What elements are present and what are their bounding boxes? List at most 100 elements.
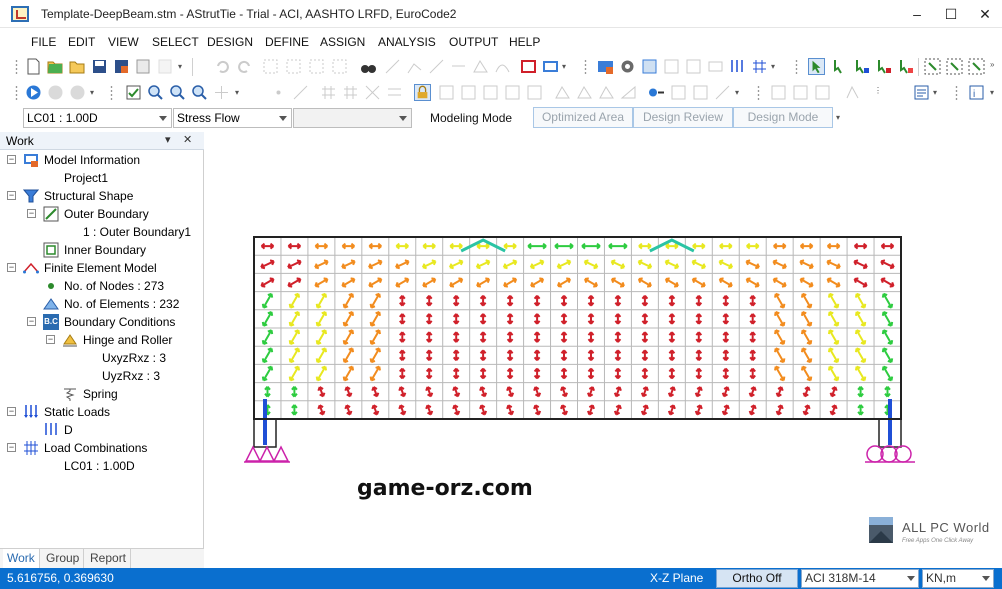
pin-icon[interactable]: ▾: [165, 133, 171, 146]
truss-tool-icon[interactable]: [472, 58, 489, 75]
save-icon[interactable]: [91, 58, 108, 75]
tree-item-load-d[interactable]: D: [0, 421, 204, 439]
load-case-combo[interactable]: LC01 : 1.00D: [23, 108, 172, 128]
window-select-icon[interactable]: [924, 58, 941, 75]
arc-tool-icon[interactable]: [494, 58, 511, 75]
toolbar-overflow-icon[interactable]: ▾: [735, 88, 739, 97]
toolbar-grip[interactable]: [110, 85, 113, 101]
window-element-select-icon[interactable]: [968, 58, 985, 75]
grid-load-icon[interactable]: [751, 58, 768, 75]
menu-output[interactable]: OUTPUT: [449, 35, 498, 49]
help-icon[interactable]: i: [968, 84, 985, 101]
analysis-settings-icon[interactable]: [641, 58, 658, 75]
open-file-icon[interactable]: [47, 58, 64, 75]
model-view-icon[interactable]: [597, 58, 614, 75]
toolbar-overflow-icon[interactable]: ▾: [90, 88, 94, 97]
strut-tool-icon[interactable]: [428, 58, 445, 75]
tree-item-uyzrxz[interactable]: UyzRxz : 3: [0, 367, 204, 385]
mesh-grid-icon[interactable]: [285, 58, 302, 75]
mesh-merge-icon[interactable]: [386, 84, 403, 101]
toolbar-overflow-icon[interactable]: ▾: [235, 88, 239, 97]
menu-help[interactable]: HELP: [509, 35, 540, 49]
close-panel-icon[interactable]: ✕: [183, 133, 192, 146]
result-export-icon[interactable]: [814, 84, 831, 101]
result-graph-icon[interactable]: [792, 84, 809, 101]
draw-line-icon[interactable]: [292, 84, 309, 101]
export-icon[interactable]: [135, 58, 152, 75]
import-icon[interactable]: [157, 58, 174, 75]
move-element-icon[interactable]: [331, 58, 348, 75]
open-folder-icon[interactable]: [69, 58, 86, 75]
zoom-fit-icon[interactable]: [191, 84, 208, 101]
select-node-icon[interactable]: [832, 58, 849, 75]
mesh-generate-icon[interactable]: [320, 84, 337, 101]
analysis-options-icon[interactable]: [69, 84, 86, 101]
mesh-delete-icon[interactable]: [364, 84, 381, 101]
menu-file[interactable]: FILE: [31, 35, 56, 49]
lock-icon[interactable]: [414, 84, 431, 101]
binoculars-icon[interactable]: [360, 58, 377, 75]
toolbar-grip[interactable]: [795, 59, 798, 75]
distributed-load-icon[interactable]: [729, 58, 746, 75]
stop-analysis-icon[interactable]: [47, 84, 64, 101]
collapse-icon[interactable]: −: [7, 155, 16, 164]
menu-analysis[interactable]: ANALYSIS: [378, 35, 436, 49]
polyline-tool-icon[interactable]: [406, 58, 423, 75]
tab-group[interactable]: Group: [42, 549, 85, 568]
boundary-edit-icon[interactable]: [438, 84, 455, 101]
toolbar-grip[interactable]: [15, 85, 18, 101]
select-strut-icon[interactable]: [876, 58, 893, 75]
tree-item-nodes[interactable]: No. of Nodes : 273: [0, 277, 204, 295]
tree-item-outer-boundary[interactable]: − Outer Boundary: [0, 205, 204, 223]
element-number-icon[interactable]: [692, 84, 709, 101]
settings-gear-icon[interactable]: [619, 58, 636, 75]
design-mode-button[interactable]: Design Mode: [733, 107, 833, 128]
point-tool-icon[interactable]: [270, 84, 287, 101]
undo-icon[interactable]: [214, 58, 231, 75]
tree-item-spring[interactable]: Spring: [0, 385, 204, 403]
new-file-icon[interactable]: [25, 58, 42, 75]
toolbar-grip[interactable]: [15, 59, 18, 75]
select-tie-icon[interactable]: [898, 58, 915, 75]
result-table-icon[interactable]: [770, 84, 787, 101]
toolbar-overflow-icon[interactable]: ▾: [178, 62, 182, 71]
view-top-icon[interactable]: [707, 58, 724, 75]
toolbar-overflow-icon[interactable]: ⋮: [874, 86, 882, 95]
toolbar-overflow-icon[interactable]: ▾: [562, 62, 566, 71]
collapse-icon[interactable]: −: [7, 191, 16, 200]
tree-item-lc01[interactable]: LC01 : 1.00D: [0, 457, 204, 475]
pan-icon[interactable]: [213, 84, 230, 101]
ortho-toggle-button[interactable]: Ortho Off: [716, 569, 798, 588]
toolbar-overflow-icon[interactable]: »: [990, 60, 994, 69]
menu-design[interactable]: DESIGN: [207, 35, 253, 49]
tree-item-elements[interactable]: No. of Elements : 232: [0, 295, 204, 313]
collapse-icon[interactable]: −: [7, 263, 16, 272]
report-icon[interactable]: [913, 84, 930, 101]
tab-report[interactable]: Report: [86, 549, 132, 568]
select-element-icon[interactable]: [854, 58, 871, 75]
view-side-icon[interactable]: [685, 58, 702, 75]
boundary-split-icon[interactable]: [460, 84, 477, 101]
info-icon[interactable]: [648, 84, 665, 101]
run-analysis-icon[interactable]: [25, 84, 42, 101]
menu-view[interactable]: VIEW: [108, 35, 139, 49]
boundary-mirror-icon[interactable]: [526, 84, 543, 101]
close-icon[interactable]: ✕: [974, 4, 996, 24]
view-option-combo[interactable]: [293, 108, 412, 128]
menu-edit[interactable]: EDIT: [68, 35, 95, 49]
tie-tool-icon[interactable]: [450, 58, 467, 75]
result-type-combo[interactable]: Stress Flow: [173, 108, 292, 128]
tree-item-project[interactable]: Project1: [0, 169, 204, 187]
mesh-refine-icon[interactable]: [342, 84, 359, 101]
menu-select[interactable]: SELECT: [152, 35, 199, 49]
menu-define[interactable]: DEFINE: [265, 35, 309, 49]
toolbar-overflow-icon[interactable]: ▾: [836, 113, 840, 122]
zoom-out-icon[interactable]: [169, 84, 186, 101]
display-settings-icon[interactable]: [542, 58, 559, 75]
tree-item-uxyzrxz[interactable]: UxyzRxz : 3: [0, 349, 204, 367]
design-code-combo[interactable]: ACI 318M-14: [801, 569, 919, 588]
menu-assign[interactable]: ASSIGN: [320, 35, 365, 49]
tree-item-outer-boundary-1[interactable]: 1 : Outer Boundary1: [0, 223, 204, 241]
toolbar-overflow-icon[interactable]: ▾: [771, 62, 775, 71]
truss-edit-icon[interactable]: [598, 84, 615, 101]
